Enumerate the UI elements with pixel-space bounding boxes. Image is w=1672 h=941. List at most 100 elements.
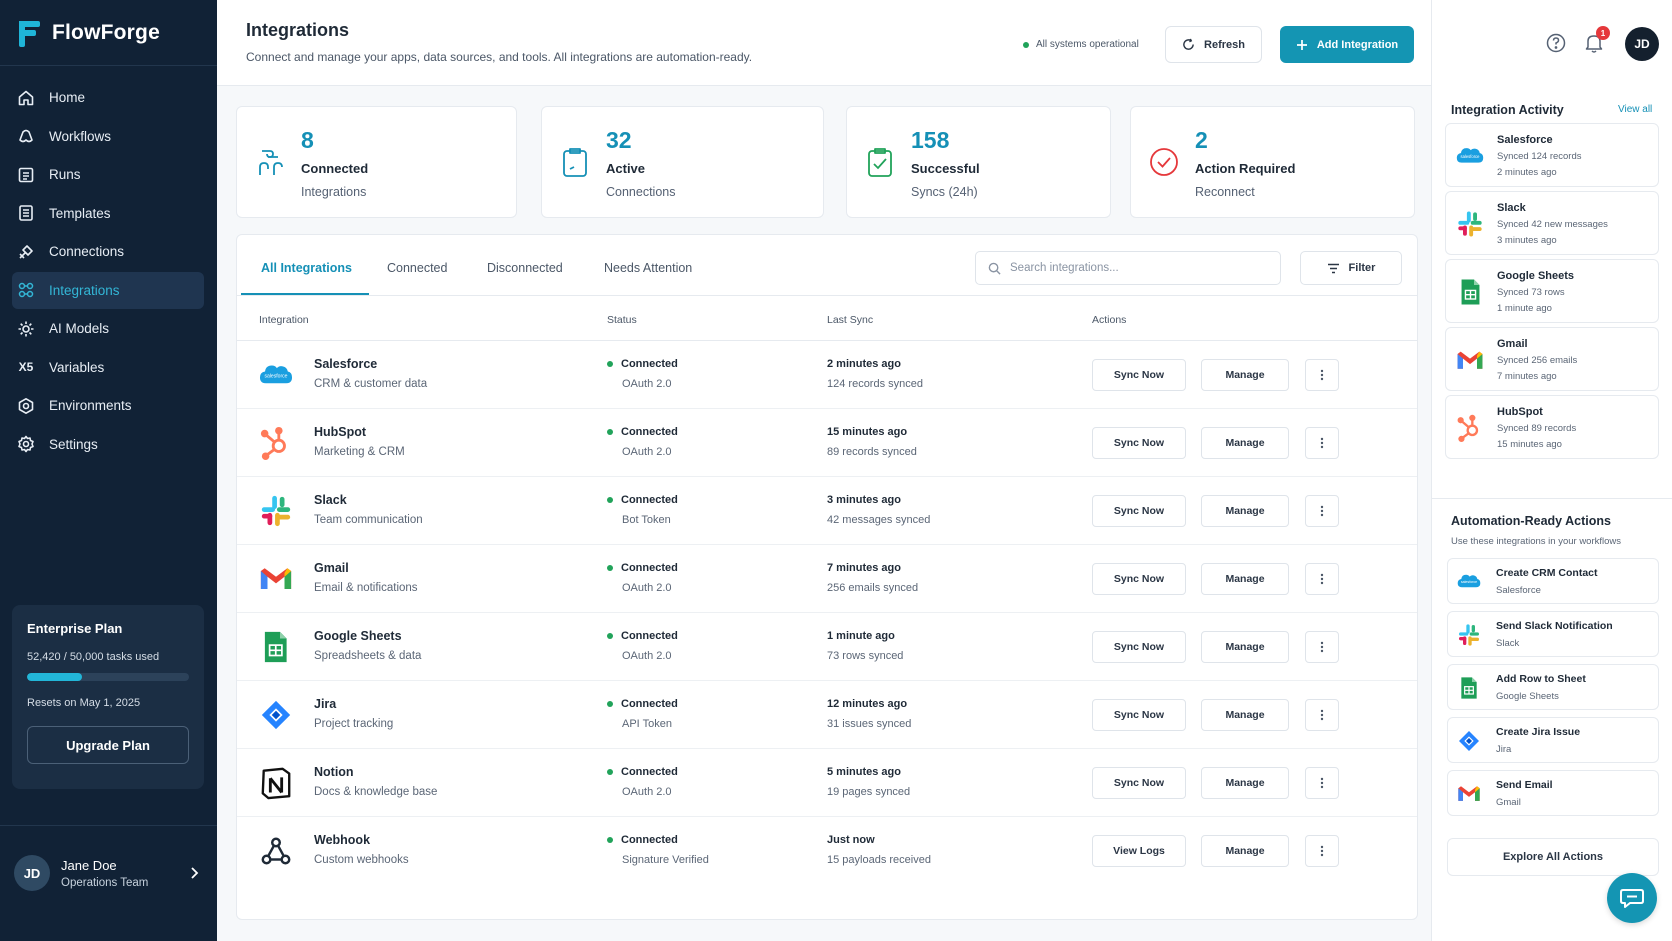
table-row: Slack Team communication Connected Bot T… bbox=[237, 477, 1417, 545]
search-box[interactable] bbox=[975, 251, 1281, 285]
sync-now-button[interactable]: Sync Now bbox=[1092, 767, 1186, 799]
sidebar-item-settings[interactable]: Settings bbox=[12, 426, 204, 463]
sidebar-item-environments[interactable]: Environments bbox=[12, 387, 204, 424]
page-title: Integrations bbox=[246, 20, 350, 40]
variables-icon: X5 bbox=[18, 360, 34, 374]
help-icon[interactable] bbox=[1546, 33, 1566, 53]
settings-icon bbox=[17, 435, 35, 453]
chevron-right-icon[interactable] bbox=[188, 866, 200, 880]
brand[interactable]: FlowForge bbox=[16, 18, 160, 48]
sync-now-button[interactable]: Sync Now bbox=[1092, 631, 1186, 663]
svg-text:salesforce: salesforce bbox=[264, 373, 287, 379]
activity-time: 7 minutes ago bbox=[1497, 371, 1557, 382]
sync-now-button[interactable]: Sync Now bbox=[1092, 359, 1186, 391]
sync-count: 15 payloads received bbox=[827, 854, 931, 866]
add-integration-label: Add Integration bbox=[1316, 38, 1399, 51]
stat-card-connected: 8 Connected Integrations bbox=[236, 106, 517, 218]
automation-action-item[interactable]: Add Row to Sheet Google Sheets bbox=[1447, 664, 1659, 710]
sync-now-button[interactable]: Sync Now bbox=[1092, 495, 1186, 527]
status-text: Connected bbox=[621, 766, 678, 778]
stat-sublabel: Connections bbox=[606, 185, 676, 199]
view-all-link[interactable]: View all bbox=[1618, 104, 1652, 115]
status-badge: Connected bbox=[607, 426, 678, 438]
sidebar-item-ai-models[interactable]: AI Models bbox=[12, 310, 204, 347]
avatar: JD bbox=[14, 855, 50, 891]
manage-button[interactable]: Manage bbox=[1201, 767, 1289, 799]
sidebar-item-templates[interactable]: Templates bbox=[12, 195, 204, 232]
sync-now-button[interactable]: Sync Now bbox=[1092, 427, 1186, 459]
templates-icon bbox=[17, 204, 35, 222]
sidebar-item-label: Environments bbox=[49, 398, 132, 413]
more-options-button[interactable] bbox=[1305, 427, 1339, 459]
manage-button[interactable]: Manage bbox=[1201, 835, 1289, 867]
sidebar-item-integrations[interactable]: Integrations bbox=[12, 271, 204, 309]
last-sync-time: 7 minutes ago bbox=[827, 562, 901, 574]
more-options-button[interactable] bbox=[1305, 767, 1339, 799]
automation-action-item[interactable]: Send Slack Notification Slack bbox=[1447, 611, 1659, 657]
salesforce-logo-icon: salesforce bbox=[1454, 140, 1486, 172]
manage-button[interactable]: Manage bbox=[1201, 359, 1289, 391]
more-options-button[interactable] bbox=[1305, 563, 1339, 595]
filter-button[interactable]: Filter bbox=[1300, 251, 1402, 285]
sidebar-item-workflows[interactable]: Workflows bbox=[12, 118, 204, 155]
action-name: Create Jira Issue bbox=[1496, 726, 1581, 738]
refresh-button[interactable]: Refresh bbox=[1165, 26, 1262, 63]
action-source: Salesforce bbox=[1496, 585, 1541, 596]
more-vertical-icon bbox=[1320, 573, 1324, 585]
more-options-button[interactable] bbox=[1305, 359, 1339, 391]
sidebar-item-home[interactable]: Home bbox=[12, 79, 204, 116]
integration-name: Jira bbox=[314, 697, 337, 711]
activity-item[interactable]: salesforce Salesforce Synced 124 records… bbox=[1445, 123, 1659, 187]
automation-action-item[interactable]: Send Email Gmail bbox=[1447, 770, 1659, 816]
sidebar-item-runs[interactable]: Runs bbox=[12, 156, 204, 193]
automation-action-item[interactable]: salesforce Create CRM Contact Salesforce bbox=[1447, 558, 1659, 604]
plan-progress-fill bbox=[27, 673, 83, 681]
add-integration-button[interactable]: Add Integration bbox=[1280, 26, 1414, 63]
tab-connected[interactable]: Connected bbox=[387, 261, 447, 275]
jira-logo-icon bbox=[257, 697, 295, 733]
view-logs-button[interactable]: View Logs bbox=[1092, 835, 1186, 867]
activity-item[interactable]: Gmail Synced 256 emails 7 minutes ago bbox=[1445, 327, 1659, 391]
sync-now-button[interactable]: Sync Now bbox=[1092, 563, 1186, 595]
stat-card-action-required: 2 Action Required Reconnect bbox=[1130, 106, 1415, 218]
explore-all-actions-button[interactable]: Explore All Actions bbox=[1447, 838, 1659, 876]
more-options-button[interactable] bbox=[1305, 699, 1339, 731]
plan-card: Enterprise Plan 52,420 / 50,000 tasks us… bbox=[12, 605, 204, 789]
chat-button[interactable] bbox=[1607, 873, 1657, 923]
tab-disconnected[interactable]: Disconnected bbox=[487, 261, 563, 275]
tab-all-integrations[interactable]: All Integrations bbox=[261, 261, 352, 275]
manage-button[interactable]: Manage bbox=[1201, 563, 1289, 595]
search-input[interactable] bbox=[1010, 262, 1270, 274]
manage-button[interactable]: Manage bbox=[1201, 631, 1289, 663]
upgrade-plan-button[interactable]: Upgrade Plan bbox=[27, 726, 189, 764]
divider bbox=[1432, 498, 1672, 499]
more-vertical-icon bbox=[1320, 437, 1324, 449]
tab-needs-attention[interactable]: Needs Attention bbox=[604, 261, 692, 275]
more-options-button[interactable] bbox=[1305, 495, 1339, 527]
manage-button[interactable]: Manage bbox=[1201, 699, 1289, 731]
user-profile[interactable]: JD Jane Doe Operations Team bbox=[14, 855, 148, 891]
automation-action-item[interactable]: Create Jira Issue Jira bbox=[1447, 717, 1659, 763]
svg-text:salesforce: salesforce bbox=[1461, 154, 1481, 159]
table-row: Google Sheets Spreadsheets & data Connec… bbox=[237, 613, 1417, 681]
sidebar-item-label: Workflows bbox=[49, 128, 112, 144]
table-row: salesforce Salesforce CRM & customer dat… bbox=[237, 341, 1417, 409]
runs-icon bbox=[17, 166, 35, 184]
activity-item[interactable]: HubSpot Synced 89 records 15 minutes ago bbox=[1445, 395, 1659, 459]
more-vertical-icon bbox=[1320, 505, 1324, 517]
auth-method: OAuth 2.0 bbox=[622, 582, 672, 594]
activity-item[interactable]: Slack Synced 42 new messages 3 minutes a… bbox=[1445, 191, 1659, 255]
divider bbox=[0, 65, 217, 66]
stat-card-successful: 158 Successful Syncs (24h) bbox=[846, 106, 1111, 218]
avatar[interactable]: JD bbox=[1625, 27, 1659, 61]
more-options-button[interactable] bbox=[1305, 631, 1339, 663]
table-row: Gmail Email & notifications Connected OA… bbox=[237, 545, 1417, 613]
more-options-button[interactable] bbox=[1305, 835, 1339, 867]
activity-item[interactable]: Google Sheets Synced 73 rows 1 minute ag… bbox=[1445, 259, 1659, 323]
sync-now-button[interactable]: Sync Now bbox=[1092, 699, 1186, 731]
stat-sublabel: Reconnect bbox=[1195, 185, 1255, 199]
manage-button[interactable]: Manage bbox=[1201, 495, 1289, 527]
sidebar-item-connections[interactable]: Connections bbox=[12, 233, 204, 270]
manage-button[interactable]: Manage bbox=[1201, 427, 1289, 459]
sidebar-item-variables[interactable]: X5 Variables bbox=[12, 349, 204, 386]
